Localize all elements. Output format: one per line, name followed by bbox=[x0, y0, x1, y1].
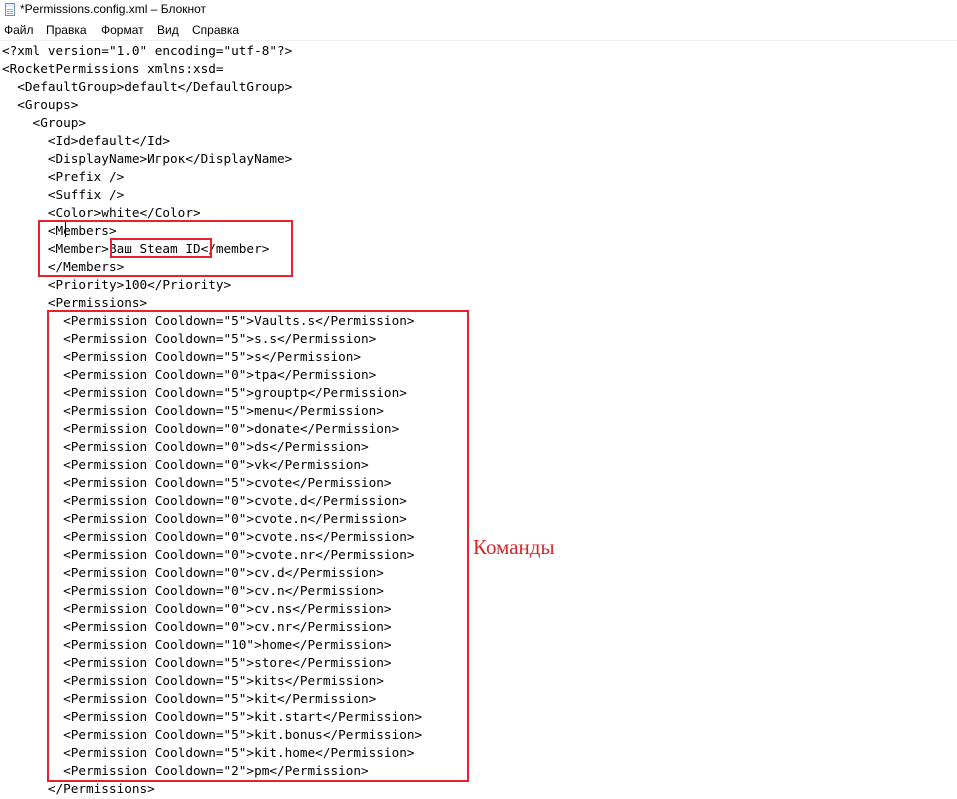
menu-help[interactable]: Справка bbox=[192, 23, 239, 37]
editor-line: <Groups> bbox=[2, 97, 79, 112]
editor-line: <Member>Ваш Steam ID</member> bbox=[2, 241, 270, 256]
editor-line: <Permissions> bbox=[2, 295, 148, 310]
editor-line: <Permission Cooldown="0">cvote.n</Permis… bbox=[2, 511, 407, 526]
notepad-window: *Permissions.config.xml – Блокнот Файл П… bbox=[0, 0, 957, 799]
window-title: *Permissions.config.xml – Блокнот bbox=[20, 2, 207, 16]
editor-line: <Permission Cooldown="5">grouptp</Permis… bbox=[2, 385, 407, 400]
menu-file[interactable]: Файл bbox=[4, 23, 34, 37]
editor-line: <Members> bbox=[2, 223, 117, 238]
title-bar[interactable]: *Permissions.config.xml – Блокнот bbox=[0, 0, 957, 20]
editor-line: <Permission Cooldown="0">cv.nr</Permissi… bbox=[2, 619, 392, 634]
editor-line: <Permission Cooldown="5">kits</Permissio… bbox=[2, 673, 384, 688]
editor-line: <Permission Cooldown="0">cv.n</Permissio… bbox=[2, 583, 384, 598]
editor-line: <Priority>100</Priority> bbox=[2, 277, 232, 292]
menu-edit[interactable]: Правка bbox=[46, 23, 87, 37]
menu-view[interactable]: Вид bbox=[157, 23, 179, 37]
editor-line: <Permission Cooldown="5">s</Permission> bbox=[2, 349, 362, 364]
text-cursor bbox=[65, 222, 66, 237]
notepad-icon bbox=[5, 3, 15, 16]
commands-annotation-label: Команды bbox=[473, 535, 555, 559]
editor-line: <Permission Cooldown="0">cvote.nr</Permi… bbox=[2, 547, 415, 562]
editor-line: </Members> bbox=[2, 259, 125, 274]
editor-line: <Suffix /> bbox=[2, 187, 125, 202]
editor-line: <Permission Cooldown="5">kit</Permission… bbox=[2, 691, 377, 706]
editor-line: <Permission Cooldown="0">tpa</Permission… bbox=[2, 367, 377, 382]
editor-line: <Permission Cooldown="0">cvote.d</Permis… bbox=[2, 493, 407, 508]
menu-bar: Файл Правка Формат Вид Справка bbox=[0, 20, 957, 41]
editor-line: <RocketPermissions xmlns:xsd= bbox=[2, 61, 224, 76]
menu-format[interactable]: Формат bbox=[101, 23, 144, 37]
editor-line: <Permission Cooldown="0">ds</Permission> bbox=[2, 439, 369, 454]
editor-line: <?xml version="1.0" encoding="utf-8"?> bbox=[2, 43, 293, 58]
editor-line: <Permission Cooldown="0">donate</Permiss… bbox=[2, 421, 400, 436]
editor-line: <Permission Cooldown="0">cvote.ns</Permi… bbox=[2, 529, 415, 544]
editor-line: <Id>default</Id> bbox=[2, 133, 171, 148]
editor-line: <Permission Cooldown="5">s.s</Permission… bbox=[2, 331, 377, 346]
editor-line: <DisplayName>Игрок</DisplayName> bbox=[2, 151, 293, 166]
editor-line: <DefaultGroup>default</DefaultGroup> bbox=[2, 79, 293, 94]
editor-line: <Permission Cooldown="0">cv.ns</Permissi… bbox=[2, 601, 392, 616]
editor-line: <Group> bbox=[2, 115, 87, 130]
editor-line: <Permission Cooldown="5">menu</Permissio… bbox=[2, 403, 384, 418]
editor-line: <Permission Cooldown="2">pm</Permission> bbox=[2, 763, 369, 778]
editor-line: <Permission Cooldown="0">vk</Permission> bbox=[2, 457, 369, 472]
editor-line: <Permission Cooldown="10">home</Permissi… bbox=[2, 637, 392, 652]
editor-line: <Permission Cooldown="5">kit.start</Perm… bbox=[2, 709, 423, 724]
editor-line: <Color>white</Color> bbox=[2, 205, 201, 220]
editor-line: <Permission Cooldown="0">cv.d</Permissio… bbox=[2, 565, 384, 580]
editor-line: <Permission Cooldown="5">cvote</Permissi… bbox=[2, 475, 392, 490]
editor-line: <Permission Cooldown="5">kit.bonus</Perm… bbox=[2, 727, 423, 742]
editor-line: <Permission Cooldown="5">kit.home</Permi… bbox=[2, 745, 415, 760]
editor-line: </Permissions> bbox=[2, 781, 155, 796]
editor-line: <Prefix /> bbox=[2, 169, 125, 184]
text-editor[interactable]: <?xml version="1.0" encoding="utf-8"?> <R… bbox=[0, 41, 957, 799]
editor-line: <Permission Cooldown="5">store</Permissi… bbox=[2, 655, 392, 670]
editor-line: <Permission Cooldown="5">Vaults.s</Permi… bbox=[2, 313, 415, 328]
